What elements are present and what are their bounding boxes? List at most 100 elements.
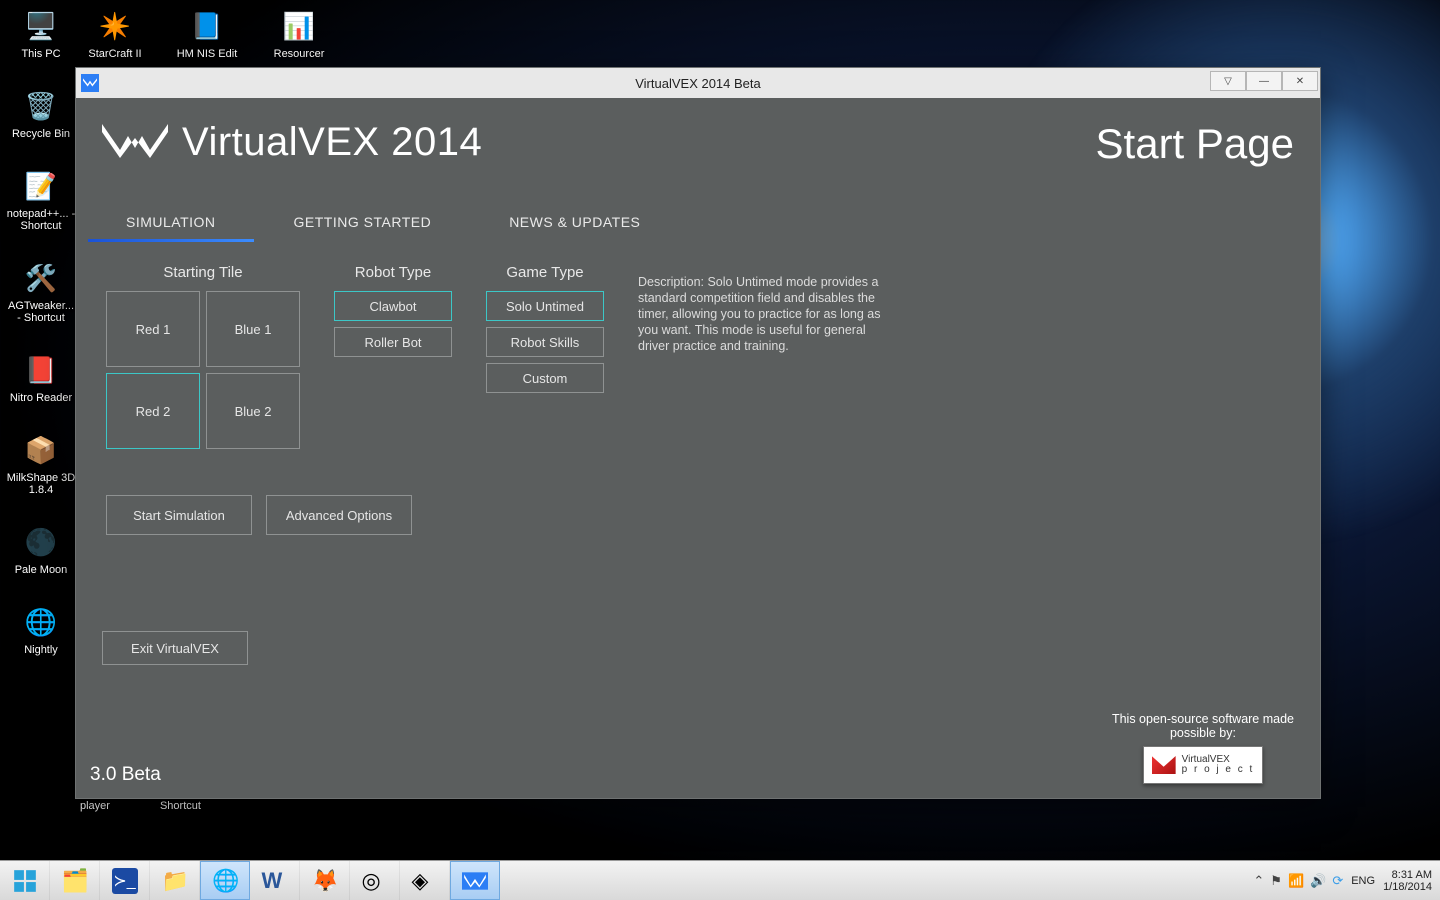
- app-body: VirtualVEX 2014 Start Page SIMULATION GET…: [76, 98, 1320, 798]
- icon-label: Nightly: [24, 644, 58, 656]
- icon-label: AGTweaker... - Shortcut: [6, 300, 76, 324]
- desktop-icon[interactable]: 🌑 Pale Moon: [6, 522, 76, 576]
- desktop-icon[interactable]: 🗑️ Recycle Bin: [6, 86, 76, 140]
- taskbar-left: 🗂️ ≻_ 📁 🌐 W 🦊 ◎ ◈: [0, 861, 500, 900]
- icon-glyph: 🌑: [19, 522, 63, 562]
- powershell-taskbar-icon[interactable]: ≻_: [100, 861, 150, 900]
- flag-icon[interactable]: ⚑: [1270, 873, 1282, 889]
- robot-type-option[interactable]: Clawbot: [334, 291, 452, 321]
- icon-glyph: 🛠️: [19, 258, 63, 298]
- column-title: Robot Type: [355, 264, 431, 281]
- logo-mark-icon: [102, 120, 168, 165]
- app-window: VirtualVEX 2014 Beta ▽ — ✕ VirtualVEX 20…: [75, 67, 1321, 799]
- advanced-options-button[interactable]: Advanced Options: [266, 495, 412, 535]
- game-type-option[interactable]: Solo Untimed: [486, 291, 604, 321]
- desktop-icon-column: 🖥️ This PC 🗑️ Recycle Bin 📝 notepad++... -…: [6, 6, 76, 656]
- icon-label: Nitro Reader: [10, 392, 72, 404]
- exit-button[interactable]: Exit VirtualVEX: [102, 631, 248, 665]
- browser-taskbar-icon[interactable]: 🌐: [200, 861, 250, 900]
- tab-simulation[interactable]: SIMULATION: [114, 210, 228, 240]
- page-title: Start Page: [1096, 120, 1294, 168]
- desktop-icon[interactable]: 📊 Resourcer: [264, 6, 334, 60]
- close-button[interactable]: ✕: [1282, 71, 1318, 91]
- desktop-icon[interactable]: 🖥️ This PC: [6, 6, 76, 60]
- desktop-icon[interactable]: 🌐 Nightly: [6, 602, 76, 656]
- sponsor-mark-icon: [1152, 756, 1176, 774]
- game-type-option[interactable]: Robot Skills: [486, 327, 604, 357]
- tab-getting-started[interactable]: GETTING STARTED: [282, 210, 444, 240]
- icon-label: notepad++... - Shortcut: [6, 208, 76, 232]
- desktop-icon-row: ✴️ StarCraft II 📘 HM NIS Edit 📊 Resourcer: [80, 6, 334, 60]
- clock-date: 1/18/2014: [1383, 881, 1432, 893]
- robot-type-column: Robot Type Clawbot Roller Bot: [334, 264, 452, 449]
- unity-taskbar-icon[interactable]: ◈: [400, 861, 450, 900]
- starting-tile-column: Starting Tile Red 1Blue 1Red 2Blue 2: [106, 264, 300, 449]
- desktop-icon[interactable]: 📘 HM NIS Edit: [172, 6, 242, 60]
- language-indicator[interactable]: ENG: [1351, 875, 1375, 887]
- game-type-column: Game Type Solo Untimed Robot Skills Custom: [486, 264, 604, 449]
- icon-glyph: 📝: [19, 166, 63, 206]
- minimize-button[interactable]: —: [1246, 71, 1282, 91]
- icon-label: Recycle Bin: [12, 128, 70, 140]
- sponsor-block: This open-source software made possible …: [1112, 712, 1294, 784]
- system-tray[interactable]: ⌃ ⚑ 📶 🔊 ⟳: [1253, 873, 1343, 889]
- icon-label: HM NIS Edit: [177, 48, 238, 60]
- titlebar[interactable]: VirtualVEX 2014 Beta ▽ — ✕: [76, 68, 1320, 98]
- tab-news-updates[interactable]: NEWS & UPDATES: [497, 210, 652, 240]
- icon-glyph: 📕: [19, 350, 63, 390]
- icon-glyph: 📘: [185, 6, 229, 46]
- clock-time: 8:31 AM: [1383, 869, 1432, 881]
- desktop-hidden-labels: player Shortcut: [80, 800, 201, 812]
- icon-label: Pale Moon: [15, 564, 68, 576]
- file-explorer-taskbar-icon[interactable]: 🗂️: [50, 861, 100, 900]
- desktop-icon[interactable]: 📦 MilkShape 3D 1.8.4: [6, 430, 76, 496]
- icon-glyph: 🌐: [19, 602, 63, 642]
- taskbar-right: ⌃ ⚑ 📶 🔊 ⟳ ENG 8:31 AM 1/18/2014: [1253, 869, 1440, 893]
- virtualvex-taskbar-icon[interactable]: [450, 861, 500, 900]
- product-logo: VirtualVEX 2014: [102, 120, 482, 165]
- starting-tile-option[interactable]: Blue 1: [206, 291, 300, 367]
- word-taskbar-icon[interactable]: W: [250, 861, 300, 900]
- sponsor-line: This open-source software made: [1112, 712, 1294, 726]
- taskbar-clock[interactable]: 8:31 AM 1/18/2014: [1383, 869, 1432, 893]
- starting-tile-option[interactable]: Red 1: [106, 291, 200, 367]
- icon-glyph: 📊: [277, 6, 321, 46]
- tab-bar: SIMULATION GETTING STARTED NEWS & UPDATES: [114, 210, 1300, 240]
- icon-label: StarCraft II: [88, 48, 141, 60]
- app-taskbar-icon[interactable]: ◎: [350, 861, 400, 900]
- icon-glyph: 📦: [19, 430, 63, 470]
- desktop-icon[interactable]: 📝 notepad++... - Shortcut: [6, 166, 76, 232]
- icon-label: MilkShape 3D 1.8.4: [6, 472, 76, 496]
- window-controls: ▽ — ✕: [1210, 71, 1318, 91]
- volume-icon[interactable]: 🔊: [1310, 873, 1326, 889]
- start-simulation-button[interactable]: Start Simulation: [106, 495, 252, 535]
- icon-label: Resourcer: [274, 48, 325, 60]
- product-name: VirtualVEX 2014: [182, 120, 482, 165]
- game-type-description: Description: Solo Untimed mode provides …: [638, 274, 888, 449]
- sponsor-line: possible by:: [1112, 726, 1294, 740]
- column-title: Starting Tile: [163, 264, 242, 281]
- desktop-icon[interactable]: ✴️ StarCraft II: [80, 6, 150, 60]
- game-type-option[interactable]: Custom: [486, 363, 604, 393]
- dropdown-button[interactable]: ▽: [1210, 71, 1246, 91]
- window-title: VirtualVEX 2014 Beta: [76, 76, 1320, 91]
- network-icon[interactable]: 📶: [1288, 873, 1304, 889]
- explorer-folder-taskbar-icon[interactable]: 📁: [150, 861, 200, 900]
- robot-type-option[interactable]: Roller Bot: [334, 327, 452, 357]
- sponsor-logo: VirtualVEX p r o j e c t: [1143, 746, 1263, 784]
- tray-up-icon[interactable]: ⌃: [1253, 873, 1264, 889]
- column-title: Game Type: [506, 264, 583, 281]
- label: Shortcut: [160, 800, 201, 812]
- sponsor-brand-sub: p r o j e c t: [1182, 765, 1255, 775]
- starting-tile-option[interactable]: Blue 2: [206, 373, 300, 449]
- version-label: 3.0 Beta: [90, 764, 161, 786]
- icon-glyph: 🗑️: [19, 86, 63, 126]
- desktop-icon[interactable]: 📕 Nitro Reader: [6, 350, 76, 404]
- taskbar: 🗂️ ≻_ 📁 🌐 W 🦊 ◎ ◈ ⌃ ⚑ 📶 🔊 ⟳ ENG 8:31 AM …: [0, 860, 1440, 900]
- desktop-icon[interactable]: 🛠️ AGTweaker... - Shortcut: [6, 258, 76, 324]
- start-button[interactable]: [0, 861, 50, 900]
- icon-label: This PC: [21, 48, 60, 60]
- gimp-taskbar-icon[interactable]: 🦊: [300, 861, 350, 900]
- sync-icon[interactable]: ⟳: [1332, 873, 1343, 889]
- starting-tile-option[interactable]: Red 2: [106, 373, 200, 449]
